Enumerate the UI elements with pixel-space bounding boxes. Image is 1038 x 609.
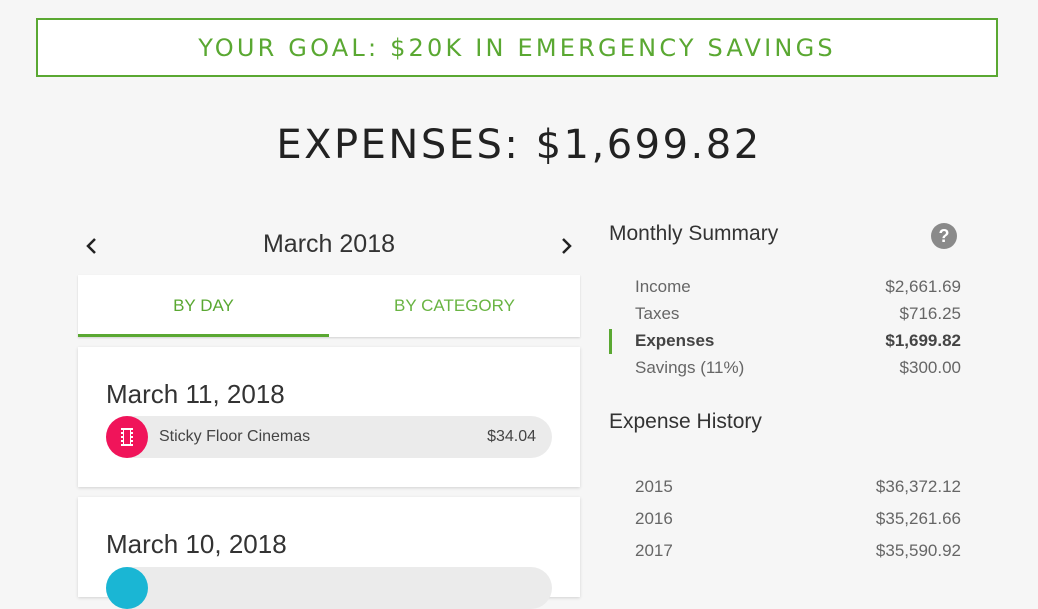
summary-value: $300.00 bbox=[899, 358, 961, 377]
summary-row-expenses[interactable]: Expenses $1,699.82 bbox=[609, 329, 961, 358]
summary-label: Savings (11%) bbox=[635, 358, 745, 377]
transaction-name: Sticky Floor Cinemas bbox=[159, 428, 311, 445]
summary-row-income: Income $2,661.69 bbox=[609, 277, 961, 304]
summary-row-savings: Savings (11%) $300.00 bbox=[609, 358, 961, 385]
summary-value: $2,661.69 bbox=[885, 277, 961, 296]
goal-banner: YOUR GOAL: $20K IN EMERGENCY SAVINGS bbox=[36, 18, 998, 77]
history-row[interactable]: 2017 $35,590.92 bbox=[609, 541, 961, 568]
summary-label: Taxes bbox=[635, 304, 680, 323]
expenses-total-heading: EXPENSES: $1,699.82 bbox=[276, 122, 762, 168]
day-date: March 11, 2018 bbox=[106, 379, 285, 409]
transaction-item[interactable] bbox=[106, 567, 552, 609]
view-tabs: BY DAY BY CATEGORY bbox=[78, 275, 580, 337]
history-value: $35,590.92 bbox=[875, 541, 961, 560]
expense-history-title: Expense History bbox=[609, 410, 762, 433]
next-month-button[interactable] bbox=[552, 232, 580, 260]
day-card: March 11, 2018 Sticky Floor Cinemas $34.… bbox=[78, 347, 580, 487]
summary-row-taxes: Taxes $716.25 bbox=[609, 304, 961, 331]
history-row[interactable]: 2016 $35,261.66 bbox=[609, 509, 961, 536]
day-card: March 10, 2018 bbox=[78, 497, 580, 609]
tab-by-day[interactable]: BY DAY bbox=[78, 275, 329, 337]
tab-by-category[interactable]: BY CATEGORY bbox=[329, 275, 580, 337]
chevron-right-icon bbox=[562, 238, 572, 254]
history-year: 2015 bbox=[635, 477, 673, 496]
summary-label: Income bbox=[635, 277, 691, 296]
category-icon bbox=[106, 567, 148, 609]
transaction-item[interactable]: Sticky Floor Cinemas $34.04 bbox=[106, 416, 552, 458]
active-indicator bbox=[609, 329, 612, 354]
current-month-label: March 2018 bbox=[262, 230, 396, 258]
history-year: 2016 bbox=[635, 509, 673, 528]
history-year: 2017 bbox=[635, 541, 673, 560]
summary-label: Expenses bbox=[635, 331, 715, 350]
summary-value: $1,699.82 bbox=[885, 331, 961, 350]
summary-value: $716.25 bbox=[899, 304, 961, 323]
history-value: $35,261.66 bbox=[875, 509, 961, 528]
month-navigator: March 2018 bbox=[78, 228, 580, 264]
monthly-summary-title: Monthly Summary bbox=[609, 222, 779, 245]
goal-text: YOUR GOAL: $20K IN EMERGENCY SAVINGS bbox=[198, 33, 836, 62]
help-icon[interactable]: ? bbox=[931, 223, 957, 249]
history-row[interactable]: 2015 $36,372.12 bbox=[609, 477, 961, 504]
day-date: March 10, 2018 bbox=[106, 529, 287, 559]
transaction-amount: $34.04 bbox=[487, 428, 536, 445]
history-value: $36,372.12 bbox=[875, 477, 961, 496]
film-icon bbox=[106, 416, 148, 458]
